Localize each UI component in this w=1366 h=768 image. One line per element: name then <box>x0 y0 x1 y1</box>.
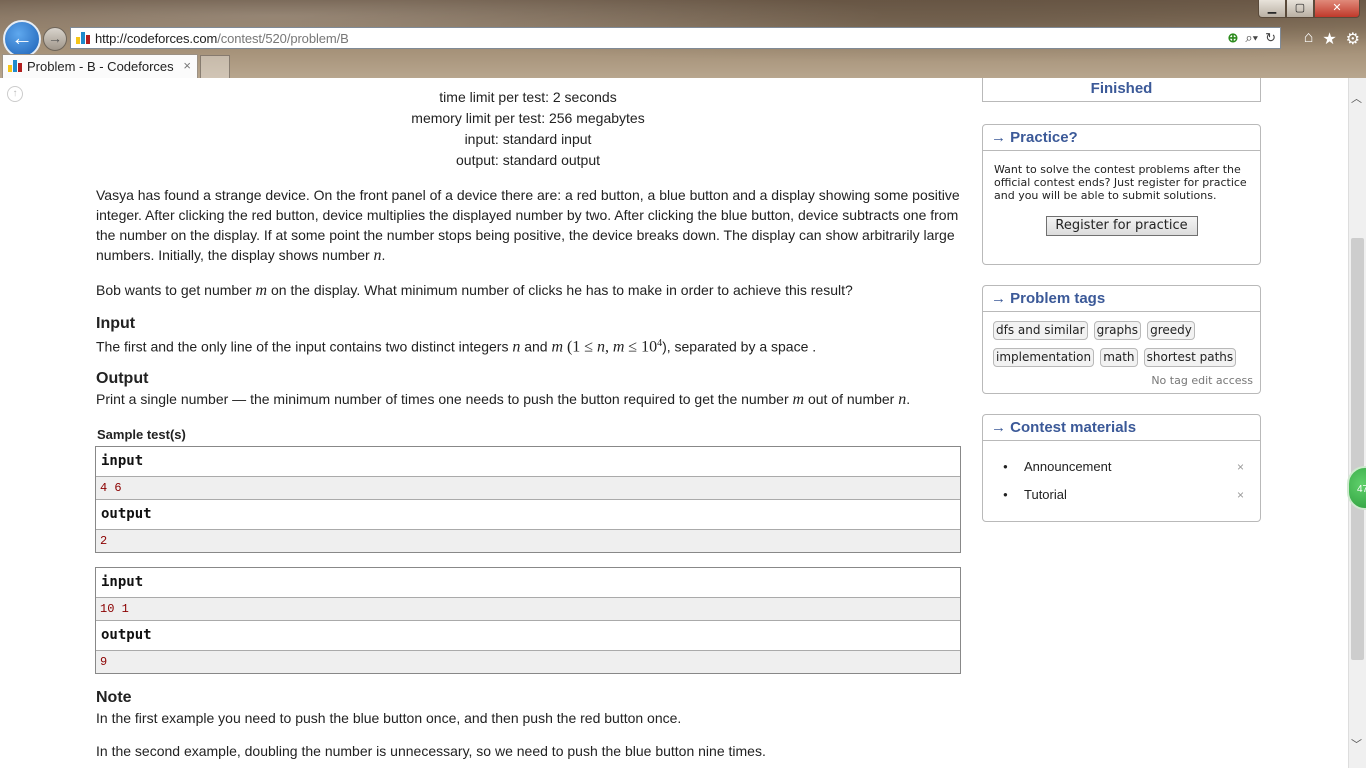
sample-output-label: output <box>96 500 960 530</box>
note-text-2: In the second example, doubling the numb… <box>96 743 766 759</box>
practice-text: Want to solve the contest problems after… <box>994 163 1247 202</box>
sample-input-value[interactable]: 4 6 <box>96 477 960 500</box>
tag-implementation[interactable]: implementation <box>993 348 1095 367</box>
sample-output-value[interactable]: 9 <box>96 651 960 673</box>
scroll-thumb[interactable] <box>1351 238 1364 660</box>
back-arrow-icon[interactable]: ← <box>3 20 41 58</box>
output-section: Output Print a single number — the minim… <box>96 369 962 410</box>
sample-test-2: input 10 1 output 9 <box>95 567 961 674</box>
input-file: input: standard input <box>464 131 592 147</box>
note-title: Note <box>96 689 132 706</box>
url-host: http://codeforces.com <box>95 31 218 46</box>
sample-input-label: input <box>96 568 960 598</box>
page-content: ↑ time limit per test: 2 seconds memory … <box>0 78 1348 768</box>
problem-legend: Vasya has found a strange device. On the… <box>96 187 960 264</box>
output-title: Output <box>96 370 149 387</box>
problem-limits: time limit per test: 2 seconds memory li… <box>96 87 960 171</box>
tab-close-icon[interactable]: × <box>183 58 191 73</box>
input-section: Input The first and the only line of the… <box>96 314 962 358</box>
scroll-down-arrow-icon[interactable]: ﹀ <box>1351 736 1362 752</box>
practice-title[interactable]: → Practice? <box>983 125 1260 151</box>
codeforces-favicon-icon <box>76 32 90 44</box>
note-section: Note In the first example you need to pu… <box>96 688 962 761</box>
tab-favicon-icon <box>8 60 22 72</box>
output-var-m: m <box>792 391 805 408</box>
window-controls: ▁ ▢ ✕ <box>1258 0 1360 18</box>
page-scrollbar[interactable]: ︿ ﹀ <box>1348 78 1366 768</box>
tools-gear-icon[interactable]: ⚙ <box>1346 29 1360 49</box>
problem-tags-title[interactable]: → Problem tags <box>983 286 1260 312</box>
tag-graphs[interactable]: graphs <box>1093 321 1142 340</box>
addon-icon[interactable]: ⊕ <box>1227 30 1238 46</box>
legend-2-var: m <box>255 282 268 299</box>
sample-tests-title: Sample test(s) <box>97 427 186 442</box>
sample-input-label: input <box>96 447 960 477</box>
contest-materials-title[interactable]: → Contest materials <box>983 415 1260 441</box>
sample-test-1: input 4 6 output 2 <box>95 446 961 553</box>
tab-problem-b[interactable]: Problem - B - Codeforces × <box>2 54 198 78</box>
address-bar[interactable]: http://codeforces.com/contest/520/proble… <box>70 27 1281 49</box>
output-text-pre: Print a single number — the minimum numb… <box>96 391 789 407</box>
contest-status: Finished <box>982 78 1261 102</box>
maximize-button[interactable]: ▢ <box>1286 0 1314 18</box>
tag-math[interactable]: math <box>1100 348 1138 367</box>
legend-2-pre: Bob wants to get number <box>96 282 252 298</box>
input-text-pre: The first and the only line of the input… <box>96 338 509 355</box>
input-and: and <box>524 338 548 355</box>
register-for-practice-button[interactable]: Register for practice <box>1045 216 1198 236</box>
url-text[interactable]: http://codeforces.com/contest/520/proble… <box>95 31 349 46</box>
contest-materials-box: → Contest materials Announcement × Tutori… <box>982 414 1261 522</box>
input-constraint-m: m <box>612 338 625 356</box>
legend-2-post: on the display. What minimum number of c… <box>271 282 853 298</box>
legend-var-n: n <box>373 247 382 264</box>
home-icon[interactable]: ⌂ <box>1304 29 1314 49</box>
output-var-n: n <box>898 391 907 408</box>
input-text-post: ), separated by a space . <box>662 338 817 355</box>
scroll-up-circle-icon[interactable]: ↑ <box>7 86 23 102</box>
sample-output-label: output <box>96 621 960 651</box>
remove-icon[interactable]: × <box>1237 453 1244 481</box>
search-icon[interactable]: ⌕▾ <box>1245 30 1258 46</box>
input-constraint-n: n <box>596 338 605 356</box>
tag-greedy[interactable]: greedy <box>1147 321 1195 340</box>
minimize-button[interactable]: ▁ <box>1258 0 1286 18</box>
legend-text: Vasya has found a strange device. On the… <box>96 187 960 263</box>
url-path: /contest/520/problem/B <box>217 31 349 46</box>
material-label[interactable]: Announcement <box>1024 459 1111 474</box>
note-text-1: In the first example you need to push th… <box>96 710 682 726</box>
material-label[interactable]: Tutorial <box>1024 487 1067 502</box>
forward-arrow-icon[interactable]: → <box>43 27 67 51</box>
materials-list: Announcement × Tutorial × <box>983 441 1260 509</box>
output-text-mid: out of number <box>807 391 895 407</box>
memory-limit: memory limit per test: 256 megabytes <box>411 110 645 126</box>
input-var-n: n <box>512 338 521 356</box>
input-constraint-mid: , <box>604 338 609 356</box>
refresh-icon[interactable]: ↻ <box>1265 30 1276 46</box>
favorites-star-icon[interactable]: ★ <box>1322 29 1336 49</box>
tag-dfs-and-similar[interactable]: dfs and similar <box>993 321 1088 340</box>
sample-output-value[interactable]: 2 <box>96 530 960 552</box>
input-constraint-pre: (1 ≤ <box>566 338 594 356</box>
problem-tags-box: → Problem tags dfs and similar graphs gr… <box>982 285 1261 394</box>
scroll-up-arrow-icon[interactable]: ︿ <box>1351 90 1362 106</box>
remove-icon[interactable]: × <box>1237 481 1244 509</box>
input-title: Input <box>96 315 136 332</box>
no-tag-edit-access: No tag edit access <box>1151 374 1253 387</box>
input-constraint-post: ≤ 10 <box>628 338 658 356</box>
input-var-m: m <box>551 338 564 356</box>
tab-title: Problem - B - Codeforces <box>27 59 174 74</box>
problem-legend-2: Bob wants to get number m on the display… <box>96 280 962 301</box>
output-file: output: standard output <box>456 152 600 168</box>
new-tab-button[interactable] <box>200 55 230 78</box>
sample-input-value[interactable]: 10 1 <box>96 598 960 621</box>
material-tutorial[interactable]: Tutorial × <box>1003 481 1244 509</box>
close-window-button[interactable]: ✕ <box>1314 0 1360 18</box>
tag-list: dfs and similar graphs greedy implementa… <box>983 312 1260 373</box>
material-announcement[interactable]: Announcement × <box>1003 453 1244 481</box>
time-limit: time limit per test: 2 seconds <box>439 89 617 105</box>
tag-shortest-paths[interactable]: shortest paths <box>1143 348 1237 367</box>
practice-box: → Practice? Want to solve the contest pr… <box>982 124 1261 265</box>
